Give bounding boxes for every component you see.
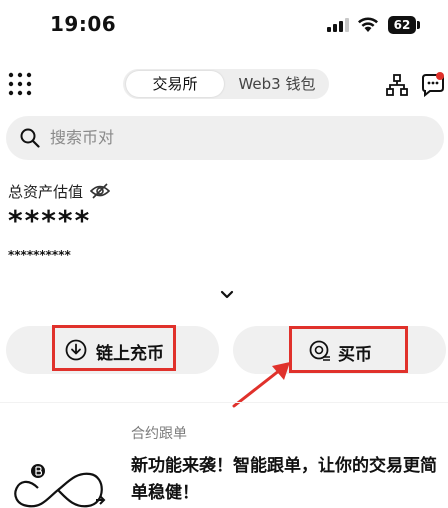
highlight-box-buy: [289, 326, 408, 373]
battery-icon: 62: [388, 16, 420, 34]
promo-headline[interactable]: 新功能来袭！智能跟单，让你的交易更简: [131, 452, 448, 481]
highlight-box-deposit: [52, 325, 176, 371]
network-icon[interactable]: [386, 74, 408, 96]
apps-grid-icon[interactable]: [8, 72, 32, 96]
tab-exchange[interactable]: 交易所: [126, 71, 224, 97]
status-time: 19:06: [50, 12, 117, 36]
copy-trading-infinity-icon: [14, 464, 106, 508]
section-divider: [0, 402, 448, 403]
total-assets-label: 总资产估值: [8, 183, 84, 201]
battery-cap: [417, 21, 420, 29]
battery-level: 62: [388, 16, 416, 34]
promo-kicker: 合约跟单: [131, 426, 187, 442]
cellular-signal-icon: [327, 18, 349, 32]
status-bar: 19:06 62: [0, 0, 448, 52]
tab-web3-wallet[interactable]: Web3 钱包: [225, 71, 329, 97]
search-input[interactable]: 搜索币对: [50, 116, 114, 160]
message-icon[interactable]: [420, 72, 446, 98]
wifi-icon: [358, 17, 378, 32]
eye-off-icon[interactable]: [90, 182, 110, 200]
mode-switcher: 交易所 Web3 钱包: [123, 69, 329, 99]
search-icon: [20, 128, 40, 148]
search-bar[interactable]: 搜索币对: [6, 116, 444, 160]
promo-headline-line2[interactable]: 单稳健！: [131, 481, 199, 506]
chevron-down-icon[interactable]: [218, 288, 236, 302]
total-assets-value: *****: [8, 204, 92, 237]
assets-sub-value: **********: [8, 248, 71, 262]
